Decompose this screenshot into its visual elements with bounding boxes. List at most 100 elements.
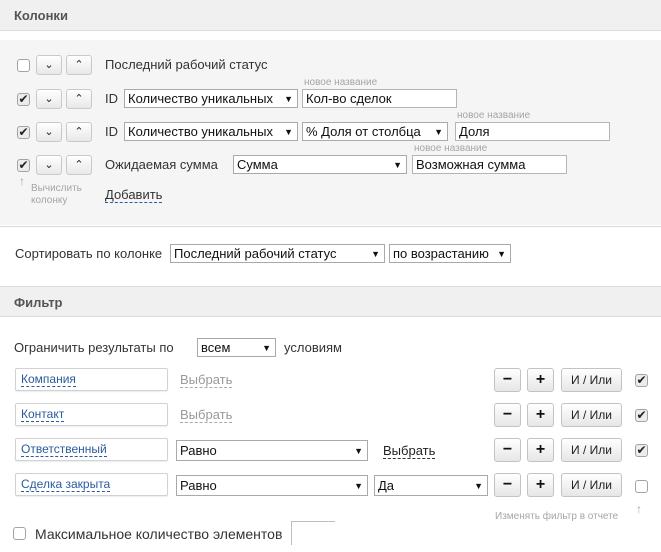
- chevron-up-icon: ⌃: [74, 93, 84, 105]
- sort-column-select[interactable]: Последний рабочий статус ▼: [170, 244, 385, 263]
- chevron-down-icon: ⌄: [44, 59, 54, 71]
- column-3-aggregate-select[interactable]: Количество уникальных ▼: [124, 122, 298, 141]
- filter-3-operator-select[interactable]: Равно ▼: [176, 440, 368, 461]
- filter-4-value-select[interactable]: Да ▼: [374, 475, 488, 496]
- column-2-move-up-button[interactable]: ⌃: [66, 89, 92, 109]
- column-1-move-down-button[interactable]: ⌄: [36, 55, 62, 75]
- max-elements-label: Максимальное количество элементов: [35, 526, 283, 542]
- plus-icon: +: [535, 476, 546, 493]
- dropdown-arrow-icon: ▼: [393, 160, 402, 170]
- filter-1-remove-button[interactable]: −: [494, 368, 521, 392]
- column-3-checkbox[interactable]: ✔: [17, 126, 30, 139]
- chevron-up-icon: ⌃: [74, 59, 84, 71]
- column-2-move-down-button[interactable]: ⌄: [36, 89, 62, 109]
- dropdown-arrow-icon: ▼: [371, 249, 380, 259]
- arrow-up-icon: ↑: [19, 174, 25, 188]
- filter-4-operator-select[interactable]: Равно ▼: [176, 475, 368, 496]
- arrow-up-icon: ↑: [636, 502, 642, 516]
- column-3-prefix: ID: [105, 124, 118, 139]
- columns-title: Колонки: [14, 8, 68, 23]
- filter-1-field[interactable]: Компания: [15, 368, 168, 391]
- filter-3-andor-button[interactable]: И / Или: [561, 438, 622, 462]
- filter-1-checkbox[interactable]: ✔: [635, 374, 648, 387]
- filter-2-choose-link[interactable]: Выбрать: [180, 407, 233, 423]
- column-1-checkbox[interactable]: [17, 59, 30, 72]
- dropdown-arrow-icon: ▼: [474, 481, 483, 491]
- minus-icon: −: [502, 441, 513, 458]
- filter-1-choose-link[interactable]: Выбрать: [180, 372, 233, 388]
- minus-icon: −: [502, 406, 513, 423]
- sort-column-value: Последний рабочий статус: [174, 246, 337, 261]
- filter-3-field[interactable]: Ответственный: [15, 438, 168, 461]
- chevron-down-icon: ⌄: [44, 126, 54, 138]
- filter-3-add-button[interactable]: +: [527, 438, 554, 462]
- minus-icon: −: [502, 476, 513, 493]
- column-3-name-hint: новое название: [457, 110, 531, 121]
- column-2-checkbox[interactable]: ✔: [17, 93, 30, 106]
- column-4-aggregate-select[interactable]: Сумма ▼: [233, 155, 407, 174]
- column-3-move-up-button[interactable]: ⌃: [66, 122, 92, 142]
- chevron-up-icon: ⌃: [74, 126, 84, 138]
- filter-4-field[interactable]: Сделка закрыта: [15, 473, 168, 496]
- filter-3-checkbox[interactable]: ✔: [635, 444, 648, 457]
- dropdown-arrow-icon: ▼: [354, 446, 363, 456]
- dropdown-arrow-icon: ▼: [434, 127, 443, 137]
- add-column-link[interactable]: Добавить: [105, 187, 163, 203]
- column-1-move-up-button[interactable]: ⌃: [66, 55, 92, 75]
- column-4-aggregate-value: Сумма: [237, 157, 278, 172]
- columns-divider: [0, 226, 661, 227]
- column-2-aggregate-select[interactable]: Количество уникальных ▼: [124, 89, 298, 108]
- column-3-move-down-button[interactable]: ⌄: [36, 122, 62, 142]
- filter-2-remove-button[interactable]: −: [494, 403, 521, 427]
- column-4-label: Ожидаемая сумма: [105, 157, 218, 172]
- plus-icon: +: [535, 406, 546, 423]
- column-4-name-input[interactable]: Возможная сумма: [412, 155, 567, 174]
- limit-condition-select[interactable]: всем ▼: [197, 338, 276, 357]
- max-elements-input[interactable]: [291, 521, 335, 545]
- filter-4-value: Да: [378, 478, 395, 493]
- filter-4-add-button[interactable]: +: [527, 473, 554, 497]
- filter-3-remove-button[interactable]: −: [494, 438, 521, 462]
- filter-header: Фильтр: [0, 286, 661, 317]
- filter-1-andor-button[interactable]: И / Или: [561, 368, 622, 392]
- filter-4-checkbox[interactable]: [635, 480, 648, 493]
- max-elements-checkbox[interactable]: [13, 527, 26, 540]
- chevron-down-icon: ⌄: [44, 93, 54, 105]
- column-3-extra-value: % Доля от столбца: [306, 124, 421, 139]
- minus-icon: −: [502, 371, 513, 388]
- filter-4-remove-button[interactable]: −: [494, 473, 521, 497]
- limit-condition-value: всем: [201, 340, 231, 355]
- filter-2-andor-button[interactable]: И / Или: [561, 403, 622, 427]
- filter-3-operator-value: Равно: [180, 443, 217, 458]
- filter-2-checkbox[interactable]: ✔: [635, 409, 648, 422]
- filter-4-andor-button[interactable]: И / Или: [561, 473, 622, 497]
- column-2-name-input[interactable]: Кол-во сделок: [302, 89, 457, 108]
- sort-direction-value: по возрастанию: [393, 246, 489, 261]
- sort-direction-select[interactable]: по возрастанию ▼: [389, 244, 511, 263]
- plus-icon: +: [535, 441, 546, 458]
- column-4-move-down-button[interactable]: ⌄: [36, 155, 62, 175]
- column-4-checkbox[interactable]: ✔: [17, 159, 30, 172]
- filter-2-add-button[interactable]: +: [527, 403, 554, 427]
- column-4-move-up-button[interactable]: ⌃: [66, 155, 92, 175]
- filter-3-field-label: Ответственный: [21, 442, 107, 457]
- filter-1-field-label: Компания: [21, 372, 76, 387]
- column-2-aggregate-value: Количество уникальных: [128, 91, 273, 106]
- chevron-up-icon: ⌃: [74, 159, 84, 171]
- sort-label: Сортировать по колонке: [15, 246, 163, 261]
- filter-2-field-label: Контакт: [21, 407, 65, 422]
- column-2-prefix: ID: [105, 91, 118, 106]
- columns-header: Колонки: [0, 0, 661, 31]
- limit-prefix: Ограничить результаты по: [14, 340, 174, 355]
- column-2-name-hint: новое название: [304, 77, 378, 88]
- calc-column-hint-line2: колонку: [31, 195, 68, 206]
- column-3-extra-select[interactable]: % Доля от столбца ▼: [302, 122, 448, 141]
- filter-3-choose-link[interactable]: Выбрать: [383, 443, 436, 459]
- filter-2-field[interactable]: Контакт: [15, 403, 168, 426]
- dropdown-arrow-icon: ▼: [497, 249, 506, 259]
- edit-filter-hint: Изменять фильтр в отчете: [495, 511, 619, 522]
- filter-1-add-button[interactable]: +: [527, 368, 554, 392]
- column-3-name-input[interactable]: Доля: [455, 122, 610, 141]
- dropdown-arrow-icon: ▼: [284, 94, 293, 104]
- column-3-aggregate-value: Количество уникальных: [128, 124, 273, 139]
